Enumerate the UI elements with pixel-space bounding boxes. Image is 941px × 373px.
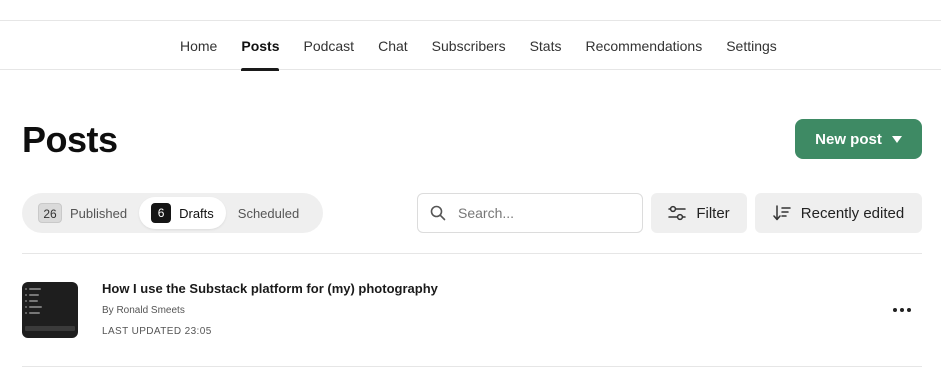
sort-button[interactable]: Recently edited xyxy=(755,193,922,233)
sort-icon xyxy=(773,205,791,221)
tab-published-label: Published xyxy=(70,205,128,221)
post-status-tabs: 26 Published 6 Drafts Scheduled xyxy=(22,193,323,233)
new-post-button[interactable]: New post xyxy=(795,119,922,159)
published-count-badge: 26 xyxy=(38,203,62,223)
search-icon xyxy=(430,205,446,221)
nav-item-subscribers[interactable]: Subscribers xyxy=(432,22,506,70)
more-options-icon[interactable] xyxy=(890,298,914,322)
caret-down-icon xyxy=(891,135,902,143)
drafts-count-badge: 6 xyxy=(151,203,172,223)
top-strip xyxy=(0,0,941,21)
tab-drafts[interactable]: 6 Drafts xyxy=(139,197,226,229)
post-last-updated: LAST UPDATED 23:05 xyxy=(102,326,212,337)
nav-item-settings[interactable]: Settings xyxy=(726,22,777,70)
nav-item-recommendations[interactable]: Recommendations xyxy=(585,22,702,70)
nav-item-podcast[interactable]: Podcast xyxy=(303,22,354,70)
page-title: Posts xyxy=(22,119,118,160)
post-thumbnail xyxy=(22,282,78,338)
nav-item-chat[interactable]: Chat xyxy=(378,22,408,70)
nav-item-home[interactable]: Home xyxy=(180,22,217,70)
tab-scheduled-label: Scheduled xyxy=(237,205,300,221)
tab-scheduled[interactable]: Scheduled xyxy=(226,197,311,229)
nav-item-stats[interactable]: Stats xyxy=(530,22,562,70)
filter-label: Filter xyxy=(696,204,730,222)
nav-item-posts[interactable]: Posts xyxy=(241,22,280,71)
sort-label: Recently edited xyxy=(800,204,905,222)
new-post-label: New post xyxy=(815,130,882,148)
filter-button[interactable]: Filter xyxy=(651,193,747,233)
tab-drafts-label: Drafts xyxy=(179,205,214,221)
nav-items: Home Posts Podcast Chat Subscribers Stat… xyxy=(180,22,801,71)
main-nav: Home Posts Podcast Chat Subscribers Stat… xyxy=(0,22,941,71)
post-author: By Ronald Smeets xyxy=(102,305,185,316)
post-title[interactable]: How I use the Substack platform for (my)… xyxy=(102,281,438,296)
tab-published[interactable]: 26 Published xyxy=(26,197,139,229)
search-box xyxy=(417,193,643,233)
sliders-icon xyxy=(668,205,687,221)
list-bottom-divider xyxy=(22,366,922,367)
search-input[interactable] xyxy=(458,205,628,221)
post-list-item[interactable]: How I use the Substack platform for (my)… xyxy=(22,254,922,366)
